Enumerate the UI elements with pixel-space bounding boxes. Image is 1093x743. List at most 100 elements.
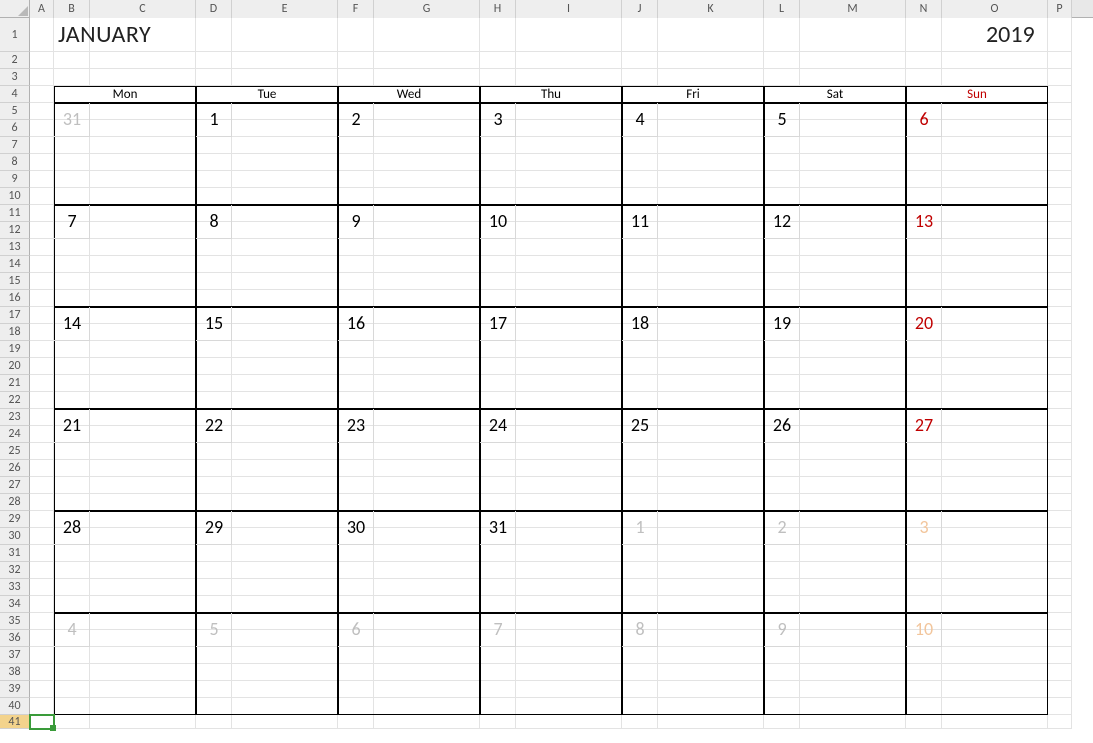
cell-P20[interactable]	[1048, 358, 1072, 375]
col-header-C[interactable]: C	[90, 0, 196, 18]
cell-A6[interactable]	[30, 120, 54, 137]
row-header-10[interactable]: 10	[0, 188, 30, 205]
cell-L3[interactable]	[764, 69, 800, 86]
row-header-14[interactable]: 14	[0, 256, 30, 273]
cell-P13[interactable]	[1048, 239, 1072, 256]
cell-A16[interactable]	[30, 290, 54, 307]
row-header-39[interactable]: 39	[0, 681, 30, 698]
cell-B2[interactable]	[54, 52, 90, 69]
cell-A11[interactable]	[30, 205, 54, 222]
row-header-40[interactable]: 40	[0, 698, 30, 715]
cell-grid[interactable]: JANUARY2019MonTueWedThuFriSatSun31123456…	[30, 18, 1093, 729]
cell-P40[interactable]	[1048, 698, 1072, 715]
col-header-H[interactable]: H	[480, 0, 516, 18]
cell-N3[interactable]	[906, 69, 942, 86]
cell-D3[interactable]	[196, 69, 232, 86]
cell-P23[interactable]	[1048, 409, 1072, 426]
cell-A17[interactable]	[30, 307, 54, 324]
col-header-J[interactable]: J	[622, 0, 658, 18]
cell-P2[interactable]	[1048, 52, 1072, 69]
cell-P11[interactable]	[1048, 205, 1072, 222]
row-header-4[interactable]: 4	[0, 86, 30, 103]
cell-P3[interactable]	[1048, 69, 1072, 86]
cell-I1[interactable]	[516, 18, 622, 52]
cell-A4[interactable]	[30, 86, 54, 103]
cell-P36[interactable]	[1048, 630, 1072, 647]
cell-P41[interactable]	[1048, 715, 1072, 729]
cell-A13[interactable]	[30, 239, 54, 256]
cell-L41[interactable]	[764, 715, 800, 729]
cell-A30[interactable]	[30, 528, 54, 545]
row-header-28[interactable]: 28	[0, 494, 30, 511]
col-header-N[interactable]: N	[906, 0, 942, 18]
cell-P35[interactable]	[1048, 613, 1072, 630]
cell-P21[interactable]	[1048, 375, 1072, 392]
row-header-20[interactable]: 20	[0, 358, 30, 375]
cell-E2[interactable]	[232, 52, 338, 69]
cell-P31[interactable]	[1048, 545, 1072, 562]
row-header-5[interactable]: 5	[0, 103, 30, 120]
cell-P15[interactable]	[1048, 273, 1072, 290]
row-header-33[interactable]: 33	[0, 579, 30, 596]
cell-D1[interactable]	[196, 18, 232, 52]
col-header-O[interactable]: O	[942, 0, 1048, 18]
row-header-13[interactable]: 13	[0, 239, 30, 256]
row-header-41[interactable]: 41	[0, 715, 30, 729]
cell-P4[interactable]	[1048, 86, 1072, 103]
cell-P32[interactable]	[1048, 562, 1072, 579]
cell-A5[interactable]	[30, 103, 54, 120]
row-header-25[interactable]: 25	[0, 443, 30, 460]
cell-P25[interactable]	[1048, 443, 1072, 460]
cell-I3[interactable]	[516, 69, 622, 86]
cell-P33[interactable]	[1048, 579, 1072, 596]
cell-A8[interactable]	[30, 154, 54, 171]
cell-K1[interactable]	[658, 18, 764, 52]
col-header-K[interactable]: K	[658, 0, 764, 18]
cell-B41[interactable]	[54, 715, 90, 729]
row-header-17[interactable]: 17	[0, 307, 30, 324]
cell-F1[interactable]	[338, 18, 374, 52]
row-header-6[interactable]: 6	[0, 120, 30, 137]
cell-A28[interactable]	[30, 494, 54, 511]
cell-N1[interactable]	[906, 18, 942, 52]
cell-A33[interactable]	[30, 579, 54, 596]
cell-A10[interactable]	[30, 188, 54, 205]
cell-P19[interactable]	[1048, 341, 1072, 358]
cell-K41[interactable]	[658, 715, 764, 729]
cell-A26[interactable]	[30, 460, 54, 477]
cell-A12[interactable]	[30, 222, 54, 239]
col-header-G[interactable]: G	[374, 0, 480, 18]
cell-E41[interactable]	[232, 715, 338, 729]
cell-A34[interactable]	[30, 596, 54, 613]
row-header-12[interactable]: 12	[0, 222, 30, 239]
cell-K2[interactable]	[658, 52, 764, 69]
cell-P8[interactable]	[1048, 154, 1072, 171]
cell-P6[interactable]	[1048, 120, 1072, 137]
row-header-9[interactable]: 9	[0, 171, 30, 188]
row-header-24[interactable]: 24	[0, 426, 30, 443]
cell-A18[interactable]	[30, 324, 54, 341]
cell-A27[interactable]	[30, 477, 54, 494]
cell-A25[interactable]	[30, 443, 54, 460]
cell-P37[interactable]	[1048, 647, 1072, 664]
row-header-3[interactable]: 3	[0, 69, 30, 86]
col-header-A[interactable]: A	[30, 0, 54, 18]
cell-M1[interactable]	[800, 18, 906, 52]
cell-A2[interactable]	[30, 52, 54, 69]
cell-P16[interactable]	[1048, 290, 1072, 307]
cell-H1[interactable]	[480, 18, 516, 52]
cell-P39[interactable]	[1048, 681, 1072, 698]
cell-H3[interactable]	[480, 69, 516, 86]
cell-J41[interactable]	[622, 715, 658, 729]
row-header-16[interactable]: 16	[0, 290, 30, 307]
cell-A21[interactable]	[30, 375, 54, 392]
row-header-36[interactable]: 36	[0, 630, 30, 647]
cell-O3[interactable]	[942, 69, 1048, 86]
cell-A1[interactable]	[30, 18, 54, 52]
cell-P24[interactable]	[1048, 426, 1072, 443]
row-header-26[interactable]: 26	[0, 460, 30, 477]
row-header-29[interactable]: 29	[0, 511, 30, 528]
col-header-E[interactable]: E	[232, 0, 338, 18]
row-header-8[interactable]: 8	[0, 154, 30, 171]
cell-L1[interactable]	[764, 18, 800, 52]
